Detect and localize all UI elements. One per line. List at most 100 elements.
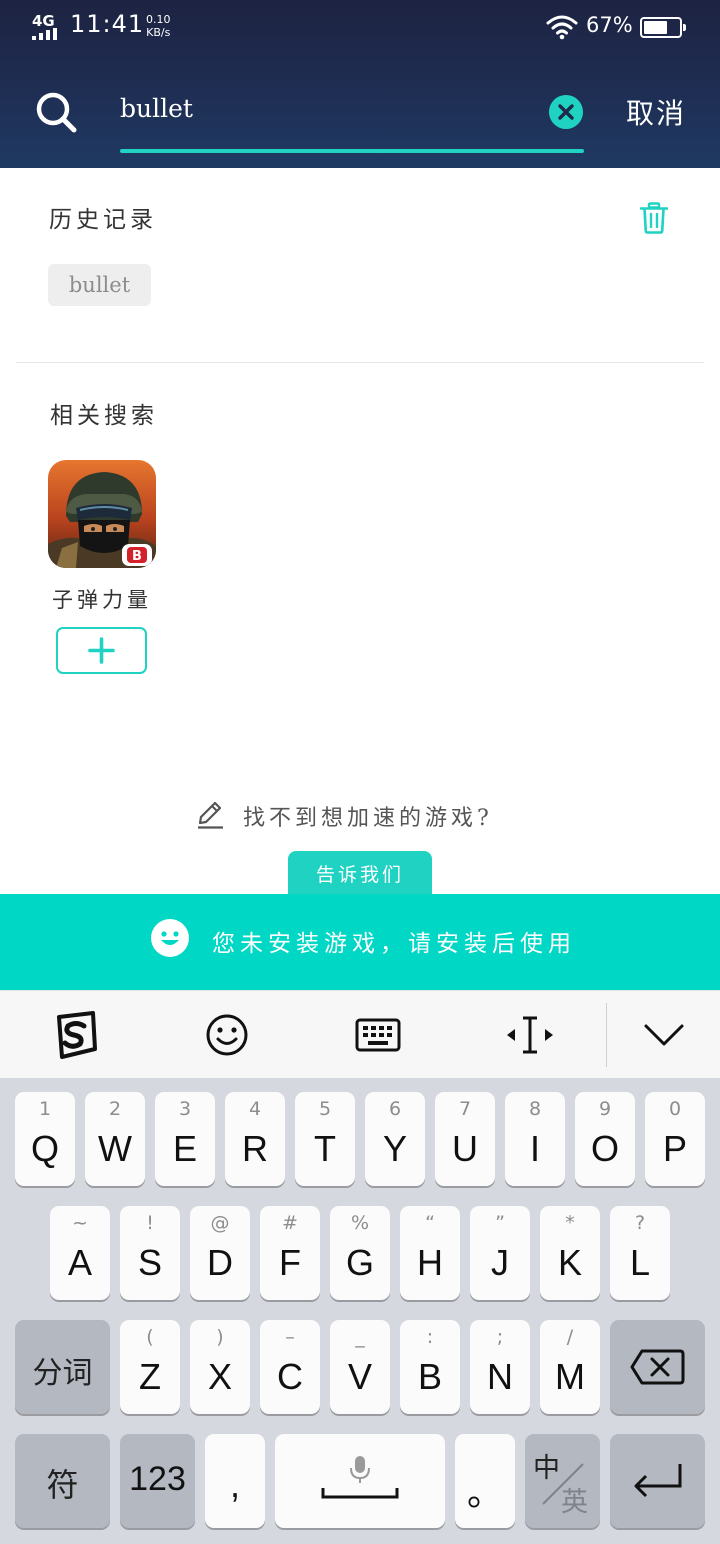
cursor-move-icon[interactable] xyxy=(505,1011,555,1059)
key-letter: Y xyxy=(382,1128,407,1169)
not-installed-banner: 您未安装游戏，请安装后使用 xyxy=(0,894,720,990)
segment-key-label: 分词 xyxy=(32,1356,93,1391)
key-g[interactable]: % G xyxy=(330,1206,390,1300)
signal-icon xyxy=(32,28,62,40)
key-hint: _ xyxy=(355,1326,365,1348)
number-key[interactable]: 123 xyxy=(120,1434,195,1528)
key-hint: 6 xyxy=(388,1098,402,1120)
sogou-icon[interactable] xyxy=(52,1011,100,1059)
key-letter: H xyxy=(417,1242,443,1283)
plus-icon xyxy=(88,637,115,664)
key-hint: 3 xyxy=(178,1098,192,1120)
enter-key[interactable] xyxy=(610,1434,705,1528)
key-c[interactable]: – C xyxy=(260,1320,320,1414)
key-letter: C xyxy=(277,1356,303,1397)
key-b[interactable]: :B xyxy=(400,1320,460,1414)
key-a[interactable]: ~ A xyxy=(50,1206,110,1300)
related-title: 相关搜索 xyxy=(50,403,158,429)
key-t[interactable]: 5T xyxy=(295,1092,355,1186)
key-m[interactable]: / M xyxy=(540,1320,600,1414)
key-hint: # xyxy=(282,1212,298,1234)
tell-us-button[interactable]: 告诉我们 xyxy=(288,851,432,895)
search-input[interactable]: bullet xyxy=(120,94,193,123)
key-hint: 7 xyxy=(458,1098,472,1120)
key-letter: I xyxy=(529,1128,540,1169)
key-r[interactable]: 4R xyxy=(225,1092,285,1186)
symbol-key[interactable]: 符 xyxy=(15,1434,110,1528)
key-letter: G xyxy=(345,1242,374,1283)
key-q[interactable]: 1Q xyxy=(15,1092,75,1186)
backspace-key[interactable] xyxy=(610,1320,705,1414)
key-letter: W xyxy=(98,1128,132,1169)
clear-search-button[interactable] xyxy=(549,95,583,129)
battery-icon xyxy=(640,17,686,38)
svg-text:B: B xyxy=(132,549,142,564)
key-p[interactable]: 0P xyxy=(645,1092,705,1186)
key-letter: F xyxy=(279,1242,301,1283)
add-game-button[interactable] xyxy=(56,627,147,674)
key-hint: / xyxy=(566,1326,574,1348)
comma-key-label: , xyxy=(229,1464,240,1505)
key-letter: D xyxy=(207,1242,233,1283)
key-x[interactable]: ) X xyxy=(190,1320,250,1414)
search-header: 4G 11:41 0.10 KB/s 67% bullet 取消 xyxy=(0,0,720,168)
key-hint: ” xyxy=(495,1212,505,1234)
key-hint: ! xyxy=(146,1212,154,1234)
key-w[interactable]: 2W xyxy=(85,1092,145,1186)
space-key[interactable] xyxy=(275,1434,445,1528)
pencil-icon xyxy=(198,801,223,829)
history-title: 历史记录 xyxy=(49,207,157,233)
key-letter: Z xyxy=(139,1356,161,1397)
key-letter: M xyxy=(555,1356,585,1397)
key-hint: – xyxy=(285,1326,295,1348)
network-speed: 0.10 KB/s xyxy=(146,13,171,39)
key-l[interactable]: ? L xyxy=(610,1206,670,1300)
key-hint: 8 xyxy=(528,1098,542,1120)
wifi-icon xyxy=(546,15,578,40)
key-letter: N xyxy=(487,1356,513,1397)
key-z[interactable]: (Z xyxy=(120,1320,180,1414)
period-key[interactable]: 。 xyxy=(455,1434,515,1528)
key-letter: K xyxy=(557,1242,582,1283)
key-letter: R xyxy=(242,1128,268,1169)
key-n[interactable]: ; N xyxy=(470,1320,530,1414)
key-letter: L xyxy=(629,1242,651,1283)
key-hint: : xyxy=(426,1326,434,1348)
key-letter: E xyxy=(172,1128,197,1169)
game-icon[interactable]: B xyxy=(48,460,156,568)
collapse-icon[interactable] xyxy=(642,1011,686,1059)
segment-key[interactable]: 分词 xyxy=(15,1320,110,1414)
history-chip[interactable]: bullet xyxy=(48,264,151,306)
key-j[interactable]: ” J xyxy=(470,1206,530,1300)
key-hint: ; xyxy=(496,1326,504,1348)
banner-text: 您未安装游戏，请安装后使用 xyxy=(212,931,576,957)
search-icon[interactable] xyxy=(34,90,78,134)
key-u[interactable]: 7U xyxy=(435,1092,495,1186)
key-o[interactable]: 9O xyxy=(575,1092,635,1186)
key-v[interactable]: _ V xyxy=(330,1320,390,1414)
language-switch-key[interactable]: 中 英 xyxy=(525,1434,600,1528)
section-divider xyxy=(16,362,704,363)
emoji-icon[interactable] xyxy=(204,1011,250,1059)
key-letter: X xyxy=(207,1356,232,1397)
key-s[interactable]: ! S xyxy=(120,1206,180,1300)
key-y[interactable]: 6Y xyxy=(365,1092,425,1186)
key-k[interactable]: * K xyxy=(540,1206,600,1300)
key-i[interactable]: 8I xyxy=(505,1092,565,1186)
key-hint: “ xyxy=(425,1212,435,1234)
key-d[interactable]: @ D xyxy=(190,1206,250,1300)
keyboard-icon[interactable] xyxy=(355,1011,401,1059)
key-letter: Q xyxy=(30,1128,59,1169)
lang-en-label: 英 xyxy=(561,1487,588,1518)
key-h[interactable]: “H xyxy=(400,1206,460,1300)
key-letter: O xyxy=(590,1128,619,1169)
key-e[interactable]: 3E xyxy=(155,1092,215,1186)
key-hint: @ xyxy=(210,1212,230,1234)
key-f[interactable]: # F xyxy=(260,1206,320,1300)
trash-icon[interactable] xyxy=(640,202,668,234)
key-hint: ~ xyxy=(72,1212,88,1234)
comma-key[interactable]: , xyxy=(205,1434,265,1528)
search-underline xyxy=(120,149,584,153)
cancel-button[interactable]: 取消 xyxy=(626,92,686,132)
key-hint: 5 xyxy=(318,1098,332,1120)
